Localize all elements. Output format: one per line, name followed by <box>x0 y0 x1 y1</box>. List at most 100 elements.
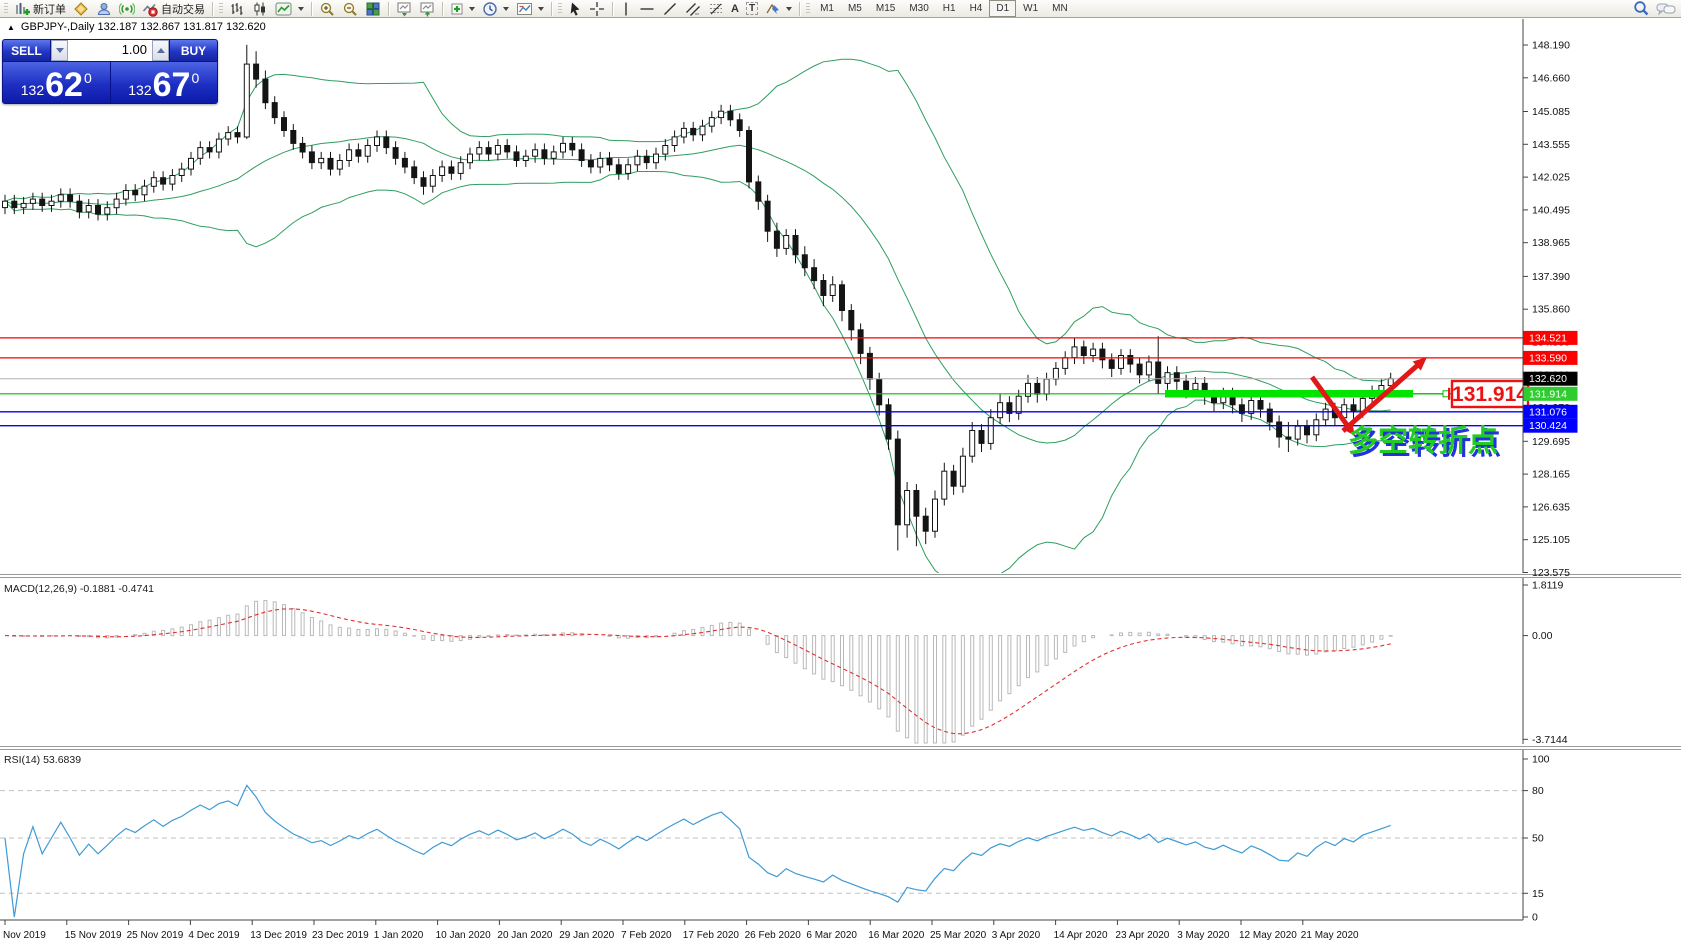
fibonacci-button[interactable] <box>705 1 727 17</box>
volume-decrease-button[interactable] <box>51 40 68 61</box>
new-order-button[interactable]: 新订单 <box>11 1 69 17</box>
timeframe-button-d1[interactable]: D1 <box>989 0 1016 17</box>
text-button[interactable]: A <box>728 1 742 17</box>
profile-button[interactable] <box>93 1 115 17</box>
line-chart-button[interactable] <box>272 1 307 17</box>
svg-text:131.914: 131.914 <box>1529 388 1567 400</box>
quotes-icon <box>73 1 89 17</box>
horizontal-line-objects[interactable] <box>0 338 1523 426</box>
equidistant-channel-button[interactable] <box>682 1 704 17</box>
cursor-button[interactable] <box>565 1 585 17</box>
callout-tick <box>1448 388 1450 400</box>
price-callout[interactable]: 131.914 <box>1452 381 1528 407</box>
template-icon <box>516 1 533 17</box>
vertical-line-button[interactable] <box>617 1 635 17</box>
label-tool-icon: T <box>746 2 758 15</box>
horizontal-line-icon <box>639 1 655 17</box>
svg-text:140.495: 140.495 <box>1532 204 1570 216</box>
toolbar-separator <box>212 2 213 16</box>
svg-text:Nov 2019: Nov 2019 <box>3 930 46 941</box>
svg-text:50: 50 <box>1532 833 1544 845</box>
svg-text:100: 100 <box>1532 754 1550 766</box>
crosshair-icon <box>589 1 605 17</box>
timeframe-button-m5[interactable]: M5 <box>841 0 869 17</box>
rsi-series <box>0 785 1523 917</box>
period-dropdown-button[interactable] <box>479 1 512 17</box>
timeframe-button-m1[interactable]: M1 <box>813 0 841 17</box>
zoom-out-button[interactable] <box>339 1 361 17</box>
svg-text:129.695: 129.695 <box>1532 436 1570 448</box>
zoom-out-icon <box>342 1 358 17</box>
template-button[interactable] <box>513 1 547 17</box>
volume-increase-button[interactable] <box>152 40 169 61</box>
indicator-window-button[interactable] <box>393 1 415 17</box>
navigator-button[interactable] <box>416 1 438 17</box>
chat-button[interactable] <box>1653 1 1679 17</box>
svg-text:29 Jan 2020: 29 Jan 2020 <box>559 930 614 941</box>
profile-icon <box>96 1 112 17</box>
auto-trading-button[interactable]: 自动交易 <box>139 1 208 17</box>
buy-button[interactable]: BUY <box>170 40 217 61</box>
shapes-button[interactable] <box>762 1 795 17</box>
timeframe-button-w1[interactable]: W1 <box>1016 0 1045 17</box>
price-axis: 148.190146.660145.085143.555142.025140.4… <box>1523 40 1570 580</box>
svg-text:148.190: 148.190 <box>1532 40 1570 52</box>
zoom-in-button[interactable] <box>316 1 338 17</box>
sell-button[interactable]: SELL <box>3 40 50 61</box>
equidistant-channel-icon <box>685 1 701 17</box>
tile-windows-icon <box>365 1 381 17</box>
timeframe-button-m15[interactable]: M15 <box>869 0 902 17</box>
svg-text:137.390: 137.390 <box>1532 271 1570 283</box>
triangle-down-icon <box>56 48 64 53</box>
svg-text:131.076: 131.076 <box>1529 406 1567 418</box>
label-button[interactable]: T <box>743 1 761 17</box>
support-zone-highlight[interactable] <box>1165 390 1413 398</box>
sell-price-button[interactable]: 132620 <box>3 62 111 103</box>
clock-icon <box>482 1 498 17</box>
timeframe-button-h1[interactable]: H1 <box>936 0 963 17</box>
candlestick-series <box>3 45 1394 551</box>
tile-windows-button[interactable] <box>362 1 384 17</box>
timeframe-button-mn[interactable]: MN <box>1045 0 1075 17</box>
add-indicator-button[interactable] <box>447 1 478 17</box>
svg-text:12 May 2020: 12 May 2020 <box>1239 930 1297 941</box>
toolbar-separator <box>388 2 389 16</box>
chevron-down-icon <box>469 7 475 11</box>
svg-text:132.620: 132.620 <box>1529 373 1567 385</box>
chart-window-title: ▲ GBPJPY-,Daily 132.187 132.867 131.817 … <box>7 21 266 33</box>
volume-input[interactable]: 1.00 <box>68 40 152 61</box>
signal-button[interactable] <box>116 1 138 17</box>
horizontal-line-button[interactable] <box>636 1 658 17</box>
svg-text:1 Jan 2020: 1 Jan 2020 <box>374 930 424 941</box>
toolbar-separator <box>799 2 800 16</box>
search-button[interactable] <box>1629 1 1653 17</box>
candlestick-chart-icon <box>252 1 268 17</box>
timeframe-button-m30[interactable]: M30 <box>902 0 935 17</box>
svg-text:14 Apr 2020: 14 Apr 2020 <box>1054 930 1108 941</box>
trendline-button[interactable] <box>659 1 681 17</box>
svg-text:多空转折点: 多空转折点 <box>1348 425 1498 458</box>
zoom-in-icon <box>319 1 335 17</box>
crosshair-button[interactable] <box>586 1 608 17</box>
candlestick-chart-button[interactable] <box>249 1 271 17</box>
auto-trading-label: 自动交易 <box>161 1 205 17</box>
bar-chart-button[interactable] <box>226 1 248 17</box>
svg-text:135.860: 135.860 <box>1532 304 1570 316</box>
buy-price-button[interactable]: 132670 <box>111 62 218 103</box>
turning-point-annotation[interactable]: 多空转折点多空转折点 <box>1348 425 1501 461</box>
svg-text:130.424: 130.424 <box>1529 420 1567 432</box>
svg-text:138.965: 138.965 <box>1532 237 1570 249</box>
quotes-button[interactable] <box>70 1 92 17</box>
svg-text:3 Apr 2020: 3 Apr 2020 <box>992 930 1041 941</box>
chart-canvas[interactable]: 131.914多空转折点多空转折点148.190146.660145.08514… <box>0 0 1681 944</box>
svg-text:0: 0 <box>1532 912 1538 924</box>
pane-frames <box>0 19 1681 920</box>
svg-text:20 Jan 2020: 20 Jan 2020 <box>497 930 552 941</box>
svg-text:142.025: 142.025 <box>1532 172 1570 184</box>
svg-text:15: 15 <box>1532 888 1544 900</box>
svg-text:26 Feb 2020: 26 Feb 2020 <box>745 930 802 941</box>
timeframe-button-h4[interactable]: H4 <box>963 0 990 17</box>
trendline-icon <box>662 1 678 17</box>
svg-text:146.660: 146.660 <box>1532 72 1570 84</box>
svg-text:25 Mar 2020: 25 Mar 2020 <box>930 930 987 941</box>
